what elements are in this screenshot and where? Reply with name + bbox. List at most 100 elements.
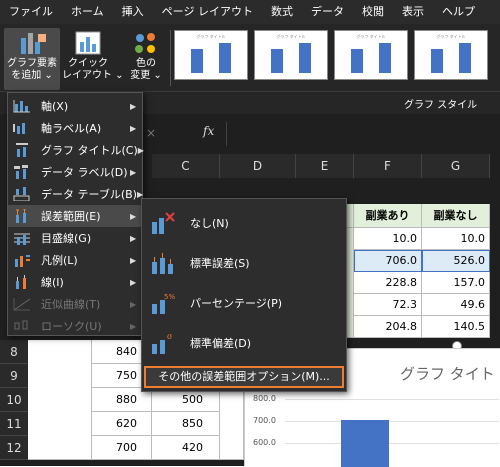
quick-layout-button[interactable]: クイック レイアウト ⌄ <box>62 28 124 90</box>
table-cell[interactable]: 204.8 <box>354 316 422 338</box>
chart-style-thumb-1[interactable]: グラフ タイトル <box>174 30 248 80</box>
add-chart-element-button[interactable]: グラフ要素 を追加 ⌄ <box>4 28 60 90</box>
menu-item-axes[interactable]: 軸(X) ▶ <box>8 95 142 117</box>
column-header-g[interactable]: G <box>422 154 490 178</box>
menu-item-data-table[interactable]: データ テーブル(B) ▶ <box>8 183 143 205</box>
ribbon: グラフ要素 を追加 ⌄ クイック レイアウト ⌄ 色の 変更 ⌄ グラフ タイト… <box>0 24 500 92</box>
thumb-bar <box>459 43 471 73</box>
chart-style-thumb-title: グラフ タイトル <box>436 34 466 39</box>
chart-style-thumb-title: グラフ タイトル <box>356 34 386 39</box>
thumb-bar <box>191 49 203 73</box>
table-cell[interactable]: 72.3 <box>354 294 422 316</box>
chart-bar[interactable] <box>341 419 389 467</box>
menu-item-chart-title[interactable]: グラフ タイトル(C) ▶ <box>8 139 144 161</box>
tab-view[interactable]: 表示 <box>393 0 433 24</box>
table-cell[interactable]: 700 <box>92 436 152 460</box>
table-cell[interactable]: 49.6 <box>422 294 490 316</box>
submenu-item-percentage[interactable]: 5% パーセンテージ(P) <box>142 283 346 323</box>
table-cell[interactable]: 420 <box>152 436 220 460</box>
menu-item-label: ローソク(U) <box>41 320 102 333</box>
y-tick-label: 700.0 <box>253 416 276 425</box>
row-header-9[interactable]: 9 <box>0 364 28 388</box>
menu-item-legend[interactable]: 凡例(L) ▶ <box>8 249 142 271</box>
row-header-12[interactable]: 12 <box>0 436 28 460</box>
add-chart-element-menu: 軸(X) ▶ 軸ラベル(A) ▶ グラフ タイトル(C) ▶ データ ラベル(D… <box>7 92 144 336</box>
submenu-item-label: 標準偏差(D) <box>190 337 252 350</box>
table-cell[interactable]: 850 <box>152 412 220 436</box>
none-error-bars-icon <box>150 212 176 234</box>
submenu-item-standard-deviation[interactable]: σ 標準偏差(D) <box>142 323 346 363</box>
axis-icon <box>13 99 31 113</box>
column-header-d[interactable]: D <box>220 154 296 178</box>
row-header-11[interactable]: 11 <box>0 412 28 436</box>
tab-page-layout[interactable]: ページ レイアウト <box>153 0 262 24</box>
up-down-bars-icon <box>13 319 31 333</box>
quick-layout-label-1: クイック <box>68 58 108 69</box>
chart-style-thumb-4[interactable]: グラフ タイトル <box>414 30 488 80</box>
tab-home[interactable]: ホーム <box>62 0 113 24</box>
submenu-item-none[interactable]: なし(N) <box>142 203 346 243</box>
menu-item-label: 誤差範囲(E) <box>41 210 101 223</box>
ribbon-tabs: ファイル ホーム 挿入 ページ レイアウト 数式 データ 校閲 表示 ヘルプ <box>0 0 500 24</box>
gridline <box>285 399 499 400</box>
chart-title[interactable]: グラフ タイト <box>400 363 495 384</box>
thumb-bar <box>379 43 391 73</box>
header-cell-without-side-job[interactable]: 副業なし <box>422 204 490 228</box>
tab-help[interactable]: ヘルプ <box>433 0 484 24</box>
table-cell[interactable]: 10.0 <box>354 228 422 250</box>
chart-style-thumb-2[interactable]: グラフ タイトル <box>254 30 328 80</box>
tab-data[interactable]: データ <box>302 0 353 24</box>
column-header-f[interactable]: F <box>354 154 422 178</box>
change-colors-label-1: 色の <box>136 58 156 69</box>
data-label-icon <box>13 165 31 179</box>
column-header-e[interactable]: E <box>296 154 354 178</box>
table-cell[interactable]: 140.5 <box>422 316 490 338</box>
table-cell[interactable]: 620 <box>92 412 152 436</box>
table-cell-selected[interactable]: 706.0 <box>354 250 422 272</box>
table-cell[interactable]: 10.0 <box>422 228 490 250</box>
cancel-icon[interactable]: × <box>146 126 156 140</box>
tab-insert[interactable]: 挿入 <box>113 0 153 24</box>
menu-item-error-bars[interactable]: 誤差範囲(E) ▶ <box>8 205 142 227</box>
trendline-icon <box>13 297 31 311</box>
ribbon-separator <box>170 30 171 86</box>
axis-label-icon <box>13 121 31 135</box>
menu-item-label: 線(I) <box>41 276 64 289</box>
row-header-8[interactable]: 8 <box>0 340 28 364</box>
table-cell-selected[interactable]: 526.0 <box>422 250 490 272</box>
menu-item-axis-titles[interactable]: 軸ラベル(A) ▶ <box>8 117 142 139</box>
palette-icon <box>131 30 161 56</box>
row-header-10[interactable]: 10 <box>0 388 28 412</box>
change-colors-label-2: 変更 ⌄ <box>130 70 162 81</box>
quick-layout-icon <box>73 30 103 56</box>
more-error-bar-options-button[interactable]: その他の誤差範囲オプション(M)... <box>144 366 344 388</box>
table-cell[interactable]: 228.8 <box>354 272 422 294</box>
menu-item-label: 軸ラベル(A) <box>41 122 102 135</box>
menu-item-label: 凡例(L) <box>41 254 78 267</box>
add-chart-element-icon <box>17 30 47 56</box>
header-cell-with-side-job[interactable]: 副業あり <box>354 204 422 228</box>
column-header-c[interactable]: C <box>152 154 220 178</box>
menu-item-data-labels[interactable]: データ ラベル(D) ▶ <box>8 161 142 183</box>
chart-style-thumb-3[interactable]: グラフ タイトル <box>334 30 408 80</box>
y-tick-label: 800.0 <box>253 394 276 403</box>
tab-formulas[interactable]: 数式 <box>262 0 302 24</box>
change-colors-button[interactable]: 色の 変更 ⌄ <box>124 28 168 90</box>
menu-item-label: 近似曲線(T) <box>41 298 101 311</box>
menu-item-label: データ ラベル(D) <box>41 166 128 179</box>
menu-item-gridlines[interactable]: 目盛線(G) ▶ <box>8 227 142 249</box>
table-cell[interactable]: 157.0 <box>422 272 490 294</box>
menu-item-label: グラフ タイトル(C) <box>41 144 138 157</box>
formula-input[interactable] <box>226 122 496 146</box>
menu-item-lines[interactable]: 線(I) ▶ <box>8 271 142 293</box>
blank-cells[interactable] <box>28 340 92 460</box>
menu-item-label: データ テーブル(B) <box>41 188 137 201</box>
tab-review[interactable]: 校閲 <box>353 0 393 24</box>
tab-file[interactable]: ファイル <box>0 0 62 24</box>
insert-function-button[interactable]: fx <box>203 124 214 138</box>
gridlines-icon <box>13 231 31 245</box>
thumb-bar <box>271 49 283 73</box>
standard-error-icon <box>150 252 176 274</box>
lines-icon <box>13 275 31 289</box>
submenu-item-standard-error[interactable]: 標準誤差(S) <box>142 243 346 283</box>
